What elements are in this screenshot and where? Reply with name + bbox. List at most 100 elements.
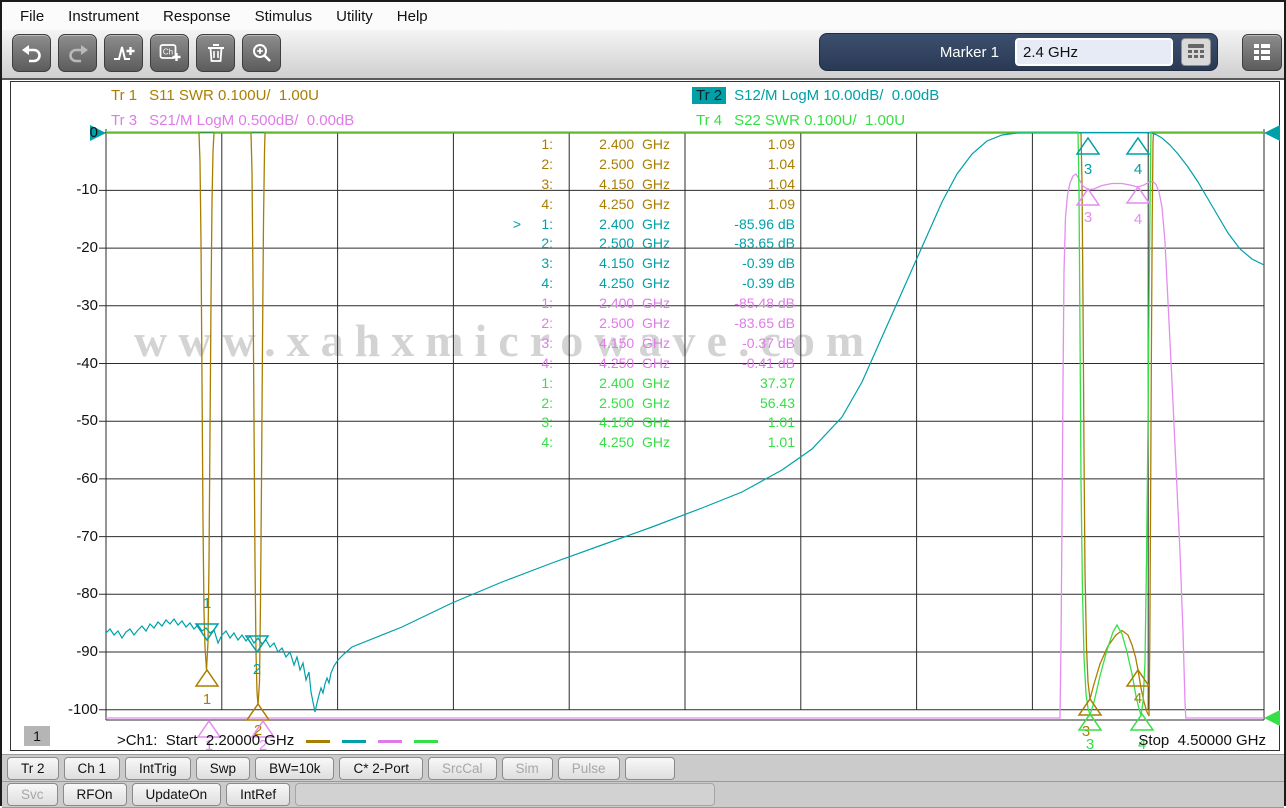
add-trace-button[interactable] (104, 34, 143, 72)
menu-utility[interactable]: Utility (324, 8, 385, 25)
softkey-rfon[interactable]: RFOn (62, 783, 127, 806)
marker-value: -0.41 dB (742, 354, 795, 371)
trace-id-chip: Tr 3 (111, 112, 138, 129)
menu-stimulus[interactable]: Stimulus (243, 8, 325, 25)
softkey-swp[interactable]: Swp (195, 756, 251, 780)
marker-readout-row: 3: 4.150 GHz -0.39 dB (507, 254, 797, 274)
add-channel-icon: Ch (159, 44, 180, 61)
add-channel-button[interactable]: Ch (150, 34, 189, 72)
softkey-ch-1[interactable]: Ch 1 (63, 756, 121, 780)
marker-readout-row: 2: 2.500 GHz -83.65 dB (507, 234, 797, 254)
status-empty-field (295, 783, 716, 806)
menu-instrument[interactable]: Instrument (56, 8, 151, 25)
marker-frequency: 4.150 GHz (599, 255, 670, 272)
y-tick-label: -70 (76, 527, 98, 545)
marker-number: 3: (541, 334, 553, 351)
trace-header-tr2[interactable]: Tr 2 S12/M LogM 10.00dB/ 0.00dB (692, 87, 939, 104)
marker-active-indicator (507, 354, 521, 374)
marker-frequency: 4.150 GHz (599, 334, 670, 351)
marker-frequency: 2.400 GHz (599, 136, 670, 152)
marker-control-bar: Marker 1 (819, 33, 1218, 71)
softkey-pulse[interactable]: Pulse (557, 756, 620, 780)
marker-readout-row: 4: 4.250 GHz -0.41 dB (507, 354, 797, 374)
trace-id-chip: Tr 2 (692, 87, 727, 104)
legend-dash-tr1 (306, 739, 331, 743)
trace-id-chip: Tr 1 (111, 87, 138, 104)
table-view-button[interactable] (1242, 34, 1282, 71)
marker-number: 1: (541, 295, 553, 312)
marker-active-indicator (507, 413, 521, 433)
marker-value: 37.37 (759, 374, 795, 391)
trace-header-tr3[interactable]: Tr 3 S21/M LogM 0.500dB/ 0.00dB (107, 112, 354, 129)
trace-header-tr4[interactable]: Tr 4 S22 SWR 0.100U/ 1.00U (692, 112, 905, 129)
softkey-intref[interactable]: IntRef (226, 783, 291, 806)
marker-active-indicator (507, 234, 521, 254)
marker-active-indicator (507, 274, 521, 294)
menu-bar: File Instrument Response Stimulus Utility Hel… (2, 2, 1284, 30)
zoom-button[interactable] (242, 34, 281, 72)
start-value[interactable]: 2.20000 GHz (206, 732, 294, 749)
vna-application-window: { "menu_bar": {"items": ["File", "Instru… (0, 0, 1286, 808)
undo-button[interactable] (12, 34, 51, 72)
add-trace-icon (113, 46, 134, 60)
marker-frequency: 4.150 GHz (599, 175, 670, 192)
marker-frequency: 2.400 GHz (599, 295, 670, 312)
marker-number: 2: (541, 155, 553, 172)
trace-header-tr1[interactable]: Tr 1 S11 SWR 0.100U/ 1.00U (107, 87, 319, 104)
y-tick-label: 0 (89, 123, 98, 141)
marker-active-indicator (507, 195, 521, 215)
softkey-bw-10k[interactable]: BW=10k (255, 756, 335, 780)
keypad-icon[interactable] (1181, 38, 1211, 66)
menu-file[interactable]: File (8, 8, 56, 25)
marker-readout-row: 1: 2.400 GHz 37.37 (507, 374, 797, 394)
marker-value: 1.04 (767, 175, 795, 192)
marker-number: 2: (541, 394, 553, 411)
marker-readout-row: 4: 4.250 GHz -0.39 dB (507, 274, 797, 294)
marker-value: -85.48 dB (734, 295, 795, 312)
marker-frequency: 4.150 GHz (599, 414, 670, 431)
marker-frequency: 4.250 GHz (599, 275, 670, 292)
softkey-blank (624, 756, 675, 780)
marker-value: -0.37 dB (742, 334, 795, 351)
marker-value: -83.65 dB (734, 315, 795, 332)
softkey-srccal[interactable]: SrcCal (428, 756, 497, 780)
redo-button[interactable] (58, 34, 97, 72)
marker-number: 4: (541, 195, 553, 212)
channel-prefix: >Ch1: (117, 732, 158, 749)
marker-frequency: 2.500 GHz (599, 155, 670, 172)
softkey-svc[interactable]: Svc (7, 783, 58, 806)
marker-readout-row: 4: 4.250 GHz 1.09 (507, 195, 797, 215)
marker-value: 1.09 (767, 195, 795, 212)
trace-desc: S21/M LogM 0.500dB/ 0.00dB (149, 112, 355, 129)
softkey-inttrig[interactable]: IntTrig (125, 756, 191, 780)
marker-label: Marker 1 (939, 43, 999, 61)
marker-active-indicator (507, 374, 521, 394)
redo-icon (68, 45, 88, 63)
marker-readout-table: 1: 2.400 GHz 1.09 2: 2.500 GHz 1.04 3: 4.150 GH… (507, 135, 797, 453)
y-tick-label: -50 (76, 412, 98, 430)
menu-help[interactable]: Help (385, 8, 440, 25)
marker-number: 1: (541, 215, 553, 232)
legend-dash-tr2 (342, 739, 367, 743)
channel-badge[interactable]: 1 (24, 726, 50, 746)
marker-number: 3: (541, 255, 553, 272)
marker-frequency: 2.500 GHz (599, 235, 670, 252)
marker-number: 2: (541, 235, 553, 252)
marker-readout-row: >1: 2.400 GHz -85.96 dB (507, 215, 797, 235)
softkey-updateon[interactable]: UpdateOn (131, 783, 222, 806)
y-tick-label: -10 (76, 181, 98, 199)
marker-active-indicator (507, 433, 521, 453)
softkey-c-2-port[interactable]: C* 2-Port (339, 756, 423, 780)
trace-desc: S22 SWR 0.100U/ 1.00U (734, 112, 906, 129)
softkey-tr-2[interactable]: Tr 2 (7, 756, 59, 780)
marker-number: 3: (541, 414, 553, 431)
marker-number: 4: (541, 354, 553, 371)
softkey-sim[interactable]: Sim (501, 756, 553, 780)
marker-frequency-input[interactable] (1015, 38, 1173, 66)
marker-value: -0.39 dB (742, 275, 795, 292)
menu-response[interactable]: Response (151, 8, 243, 25)
marker-readout-row: 3: 4.150 GHz 1.04 (507, 175, 797, 195)
marker-number: 1: (541, 374, 553, 391)
stop-value[interactable]: 4.50000 GHz (1178, 732, 1266, 749)
delete-button[interactable] (196, 34, 235, 72)
